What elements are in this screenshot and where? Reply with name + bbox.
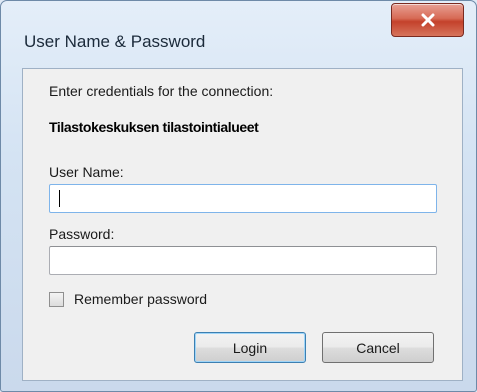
- credentials-dialog: User Name & Password Enter credentials f…: [0, 0, 477, 392]
- password-label: Password:: [49, 226, 115, 242]
- password-field[interactable]: [49, 246, 437, 275]
- prompt-text: Enter credentials for the connection:: [49, 83, 274, 99]
- title-bar[interactable]: User Name & Password: [1, 1, 476, 63]
- remember-password-option[interactable]: Remember password: [49, 291, 207, 307]
- login-button[interactable]: Login: [194, 332, 306, 363]
- close-icon: [420, 13, 436, 27]
- remember-password-checkbox[interactable]: [49, 291, 64, 307]
- cancel-button[interactable]: Cancel: [322, 332, 434, 363]
- dialog-body: Enter credentials for the connection: Ti…: [22, 68, 463, 381]
- text-caret: [59, 190, 60, 207]
- remember-password-label[interactable]: Remember password: [74, 291, 207, 307]
- close-button[interactable]: [391, 3, 464, 37]
- username-label: User Name:: [49, 164, 124, 180]
- username-field[interactable]: [49, 184, 437, 213]
- connection-name: Tilastokeskuksen tilastointialueet: [49, 119, 259, 135]
- window-title: User Name & Password: [24, 32, 206, 51]
